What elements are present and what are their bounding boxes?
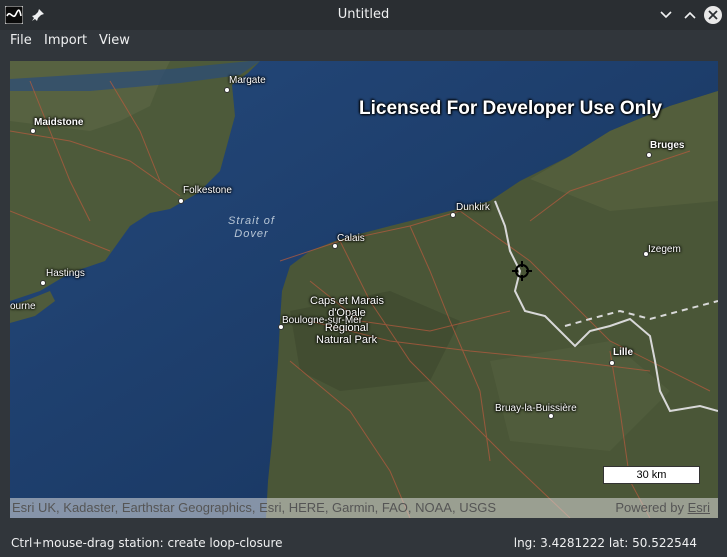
powered-by: Powered by Esri [615, 498, 710, 518]
place-dot [609, 360, 615, 366]
place-izegem: Izegem [648, 244, 681, 255]
place-bruay: Bruay-la-Buissière [495, 403, 577, 414]
place-dot [30, 128, 36, 134]
place-lille: Lille [613, 347, 634, 358]
chevron-up-icon [684, 11, 696, 19]
map-imagery [10, 61, 718, 518]
chevron-down-icon [660, 11, 672, 19]
menu-file[interactable]: File [10, 33, 32, 48]
close-icon [708, 10, 718, 20]
place-dot [646, 152, 652, 158]
attribution-text: Esri UK, Kadaster, Earthstar Geographics… [12, 500, 497, 515]
place-dot [40, 280, 46, 286]
status-hint: Ctrl+mouse-drag station: create loop-clo… [11, 536, 283, 550]
status-bar: Ctrl+mouse-drag station: create loop-clo… [0, 533, 727, 557]
esri-link[interactable]: Esri [688, 500, 710, 515]
regional-line1: Régional [324, 322, 369, 334]
close-button[interactable] [704, 6, 722, 24]
place-bruges: Bruges [650, 140, 685, 151]
place-maidstone: Maidstone [34, 117, 84, 128]
window-title: Untitled [337, 7, 390, 22]
title-bar: Untitled [0, 0, 727, 30]
menu-view[interactable]: View [99, 33, 130, 48]
sea-label: Strait of Dover [228, 215, 275, 241]
maximize-button[interactable] [681, 6, 699, 24]
minimize-button[interactable] [657, 6, 675, 24]
place-margate: Margate [229, 75, 266, 86]
menu-bar: File Import View [0, 30, 727, 52]
sea-label-line1: Strait of [228, 215, 275, 227]
map-attribution: Esri UK, Kadaster, Earthstar Geographics… [10, 498, 718, 518]
place-regional-park: Régional Natural Park [316, 322, 377, 346]
place-dunkirk: Dunkirk [456, 202, 490, 213]
place-dot [224, 87, 230, 93]
map-view[interactable]: Licensed For Developer Use Only Strait o… [10, 61, 718, 518]
sea-label-line2: Dover [234, 228, 269, 240]
place-hastings: Hastings [46, 268, 85, 279]
place-calais: Calais [337, 233, 365, 244]
map-watermark: Licensed For Developer Use Only [359, 98, 663, 119]
place-eastbourne: ourne [10, 301, 36, 312]
place-dot [178, 198, 184, 204]
menu-import[interactable]: Import [44, 33, 87, 48]
place-folkestone: Folkestone [183, 185, 232, 196]
powered-by-label: Powered by [615, 500, 684, 515]
status-coords: lng: 3.4281222 lat: 50.522544 [513, 536, 697, 550]
crosshair-target-icon[interactable] [511, 260, 533, 282]
regional-line2: Natural Park [316, 334, 378, 346]
scale-bar: 30 km [603, 466, 700, 484]
caps-line1: Caps et Marais [310, 295, 384, 307]
